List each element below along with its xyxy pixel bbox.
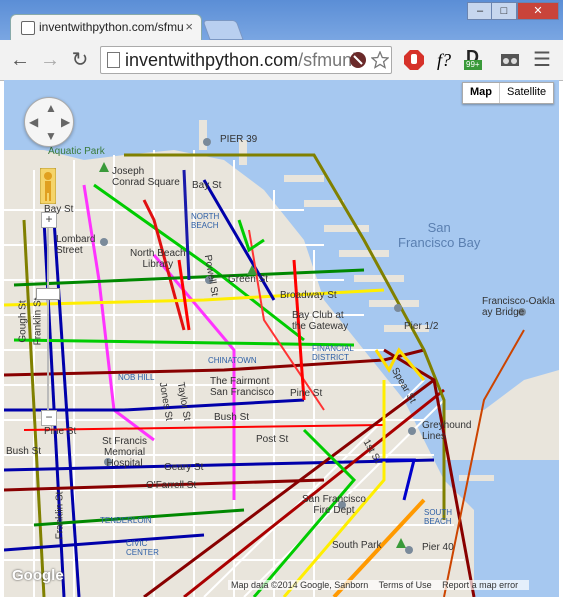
- label-tenderloin: TENDERLOIN: [100, 516, 152, 525]
- pan-left-icon[interactable]: ◀: [29, 115, 38, 129]
- menu-icon[interactable]: ☰: [530, 48, 554, 72]
- browser-toolbar: ← → ↻ inventwithpython.com/sfmuni/ f? D …: [0, 40, 563, 81]
- map-graphic: [4, 80, 559, 597]
- page-icon: [107, 52, 120, 68]
- label-st-francis: St Francis Memorial Hospital: [102, 436, 148, 469]
- url-text[interactable]: inventwithpython.com/sfmuni/: [125, 50, 361, 71]
- label-bay-club: Bay Club at the Gateway: [292, 310, 349, 332]
- reload-icon[interactable]: ↻: [68, 48, 92, 72]
- map-type-control: Map Satellite: [462, 82, 555, 104]
- label-pier40: Pier 40: [422, 542, 454, 553]
- label-san-francisco-bay: San Francisco Bay: [398, 220, 481, 250]
- pan-down-icon[interactable]: ▼: [45, 129, 57, 143]
- browser-chrome: inventwithpython.com/sfmun × – □ ✕ ← → ↻…: [0, 0, 563, 81]
- label-joseph-conrad-square: Joseph Conrad Square: [112, 166, 180, 188]
- label-north-beach: NORTH BEACH: [191, 212, 220, 230]
- report-map-error-link[interactable]: Report a map error: [442, 580, 518, 590]
- zoom-in-button[interactable]: +: [41, 212, 57, 228]
- formula-extension-icon[interactable]: f?: [432, 48, 456, 72]
- page-favicon-icon: [21, 21, 35, 35]
- map-footer: Map data ©2014 Google, Sanborn Terms of …: [228, 580, 530, 590]
- minimize-button[interactable]: –: [467, 2, 493, 20]
- zoom-control: + −: [41, 212, 57, 438]
- pan-right-icon[interactable]: ▶: [61, 115, 70, 129]
- label-chinatown: CHINATOWN: [208, 356, 257, 365]
- label-south-beach: SOUTH BEACH: [424, 508, 452, 526]
- label-bush-st-west: Bush St: [6, 446, 42, 457]
- maximize-button[interactable]: □: [491, 2, 517, 20]
- blocked-content-icon[interactable]: [349, 51, 367, 69]
- label-aquatic-park: Aquatic Park: [48, 146, 105, 157]
- label-oakland-bridge: Francisco-Oakla ay Bridge: [482, 296, 555, 318]
- label-ofarrell: O'Farrell St: [146, 480, 197, 491]
- notification-extension-icon[interactable]: D 99+: [462, 47, 486, 72]
- reader-extension-icon[interactable]: [498, 48, 522, 72]
- map-type-map-button[interactable]: Map: [463, 83, 499, 103]
- map-type-satellite-button[interactable]: Satellite: [499, 83, 553, 103]
- stop-extension-icon[interactable]: [402, 48, 426, 72]
- label-pine-st: Pine St: [290, 388, 323, 399]
- label-pier-half: Pier 1/2: [404, 321, 439, 332]
- pan-up-icon[interactable]: ▲: [45, 101, 57, 115]
- label-bush-st: Bush St: [214, 412, 250, 423]
- address-bar[interactable]: inventwithpython.com/sfmuni/: [100, 46, 392, 74]
- label-greyhound: Greyhound Lines: [422, 420, 472, 442]
- browser-tab[interactable]: inventwithpython.com/sfmun ×: [10, 14, 202, 41]
- label-bay-st: Bay St: [192, 180, 222, 191]
- zoom-slider-handle[interactable]: [36, 288, 60, 300]
- pan-control[interactable]: ▲ ▼ ◀ ▶: [24, 97, 74, 147]
- label-south-park: South Park: [332, 540, 382, 551]
- map-data-attribution: Map data ©2014 Google, Sanborn: [231, 580, 369, 590]
- label-post-st: Post St: [256, 434, 289, 445]
- close-window-button[interactable]: ✕: [517, 2, 559, 20]
- map-canvas[interactable]: PIER 39 Aquatic Park Joseph Conrad Squar…: [4, 80, 559, 597]
- label-sf-fire-dept: San Francisco Fire Dept: [302, 494, 366, 516]
- zoom-track[interactable]: [47, 228, 49, 420]
- label-franklin-st-south: Franklin St: [54, 491, 66, 540]
- tab-close-icon[interactable]: ×: [185, 19, 193, 34]
- google-logo: Google: [12, 567, 64, 584]
- forward-arrow-icon[interactable]: →: [38, 48, 62, 72]
- new-tab-button[interactable]: [202, 20, 244, 40]
- label-broadway-st: Broadway St: [280, 290, 337, 301]
- label-green-st: Green St: [228, 274, 269, 285]
- label-fairmont: The Fairmont San Francisco: [210, 376, 274, 398]
- bookmark-star-icon[interactable]: [371, 51, 389, 69]
- notification-count-badge: 99+: [464, 60, 482, 70]
- back-arrow-icon[interactable]: ←: [8, 48, 32, 72]
- label-financial-district: FINANCIAL DISTRICT: [312, 344, 354, 362]
- label-pier39: PIER 39: [220, 134, 258, 145]
- label-gough-st: Gough St: [17, 300, 29, 343]
- label-lombard-street: Lombard Street: [56, 234, 96, 256]
- label-civic-center: CIVIC CENTER: [126, 539, 159, 557]
- label-geary-st: Geary St: [164, 462, 204, 473]
- zoom-out-button[interactable]: −: [41, 410, 57, 426]
- pegman-icon[interactable]: [40, 168, 56, 204]
- label-nob-hill: NOB HILL: [118, 373, 155, 382]
- tab-title: inventwithpython.com/sfmun: [39, 20, 184, 34]
- terms-of-use-link[interactable]: Terms of Use: [379, 580, 432, 590]
- label-north-beach-library: North Beach Library: [130, 248, 186, 270]
